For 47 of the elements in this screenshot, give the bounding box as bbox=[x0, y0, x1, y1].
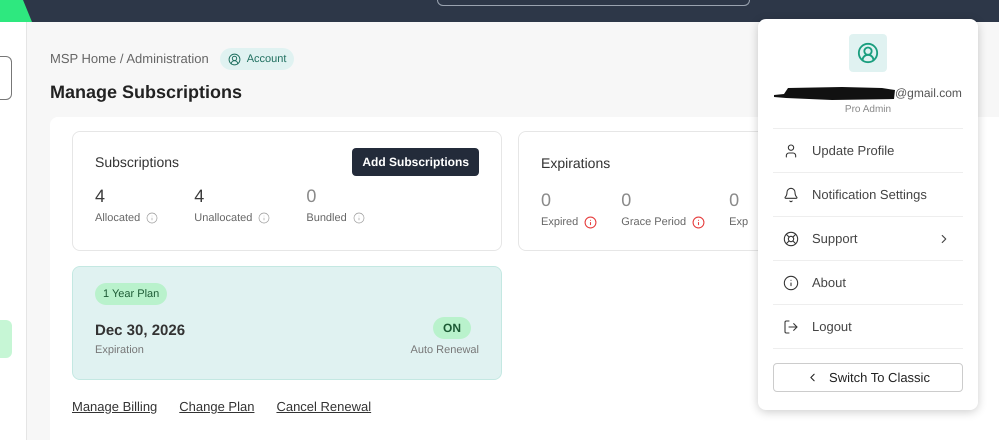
stat-value: 0 bbox=[541, 189, 552, 211]
plan-badge: 1 Year Plan bbox=[95, 283, 168, 305]
link[interactable]: Manage Billing bbox=[72, 397, 158, 416]
stat-label: Allocated bbox=[95, 211, 140, 226]
stat-label: Bundled bbox=[306, 211, 347, 226]
menu-item[interactable]: Update Profile bbox=[773, 129, 963, 173]
menu-item[interactable]: Notification Settings bbox=[773, 173, 963, 217]
logout-icon bbox=[783, 318, 799, 334]
stat-value: 0 bbox=[729, 189, 740, 211]
add-subscriptions-button[interactable]: Add Subscriptions bbox=[352, 148, 479, 176]
stat-value: 4 bbox=[194, 185, 206, 207]
info-icon[interactable] bbox=[692, 216, 706, 229]
menu-item[interactable]: Logout bbox=[773, 305, 963, 349]
auto-renewal-status: ON bbox=[433, 317, 471, 339]
info-icon[interactable] bbox=[146, 212, 158, 224]
stat-value: 0 bbox=[306, 185, 318, 207]
menu-item[interactable]: Support bbox=[773, 217, 963, 261]
breadcrumb: MSP Home / Administration bbox=[50, 50, 209, 68]
stat-value: 0 bbox=[621, 189, 632, 211]
expiration-label: Expiration bbox=[95, 343, 145, 358]
link[interactable]: Cancel Renewal bbox=[276, 397, 372, 416]
info-icon[interactable] bbox=[258, 212, 270, 224]
card-title: Subscriptions bbox=[95, 152, 180, 172]
info-icon bbox=[783, 274, 799, 290]
page-title: Manage Subscriptions bbox=[50, 81, 242, 104]
expiration-date: Dec 30, 2026 bbox=[95, 320, 186, 340]
stat-label: Exp bbox=[729, 215, 748, 230]
stat-value: 4 bbox=[95, 185, 106, 207]
user-email: @gmail.com bbox=[895, 85, 962, 102]
card-title: Expirations bbox=[541, 155, 610, 171]
link[interactable]: Change Plan bbox=[179, 397, 254, 416]
user-circle-icon bbox=[228, 52, 241, 66]
switch-to-classic-button[interactable]: Switch To Classic bbox=[773, 363, 963, 392]
stat-label: Unallocated bbox=[194, 211, 252, 226]
info-icon[interactable] bbox=[352, 212, 365, 224]
user-circle-icon bbox=[857, 42, 879, 64]
sidebar-item[interactable] bbox=[0, 56, 12, 100]
stat-label: Expired bbox=[541, 215, 578, 230]
auto-renewal-label: Auto Renewal bbox=[410, 343, 479, 358]
lifebuoy-icon bbox=[783, 230, 799, 246]
info-icon[interactable] bbox=[584, 216, 598, 229]
bell-icon bbox=[783, 186, 799, 202]
user-icon bbox=[783, 142, 799, 158]
account-badge: Account bbox=[220, 48, 294, 70]
user-role: Pro Admin bbox=[844, 103, 892, 117]
stat-label: Grace Period bbox=[621, 215, 686, 230]
menu-item[interactable]: About bbox=[773, 261, 963, 305]
